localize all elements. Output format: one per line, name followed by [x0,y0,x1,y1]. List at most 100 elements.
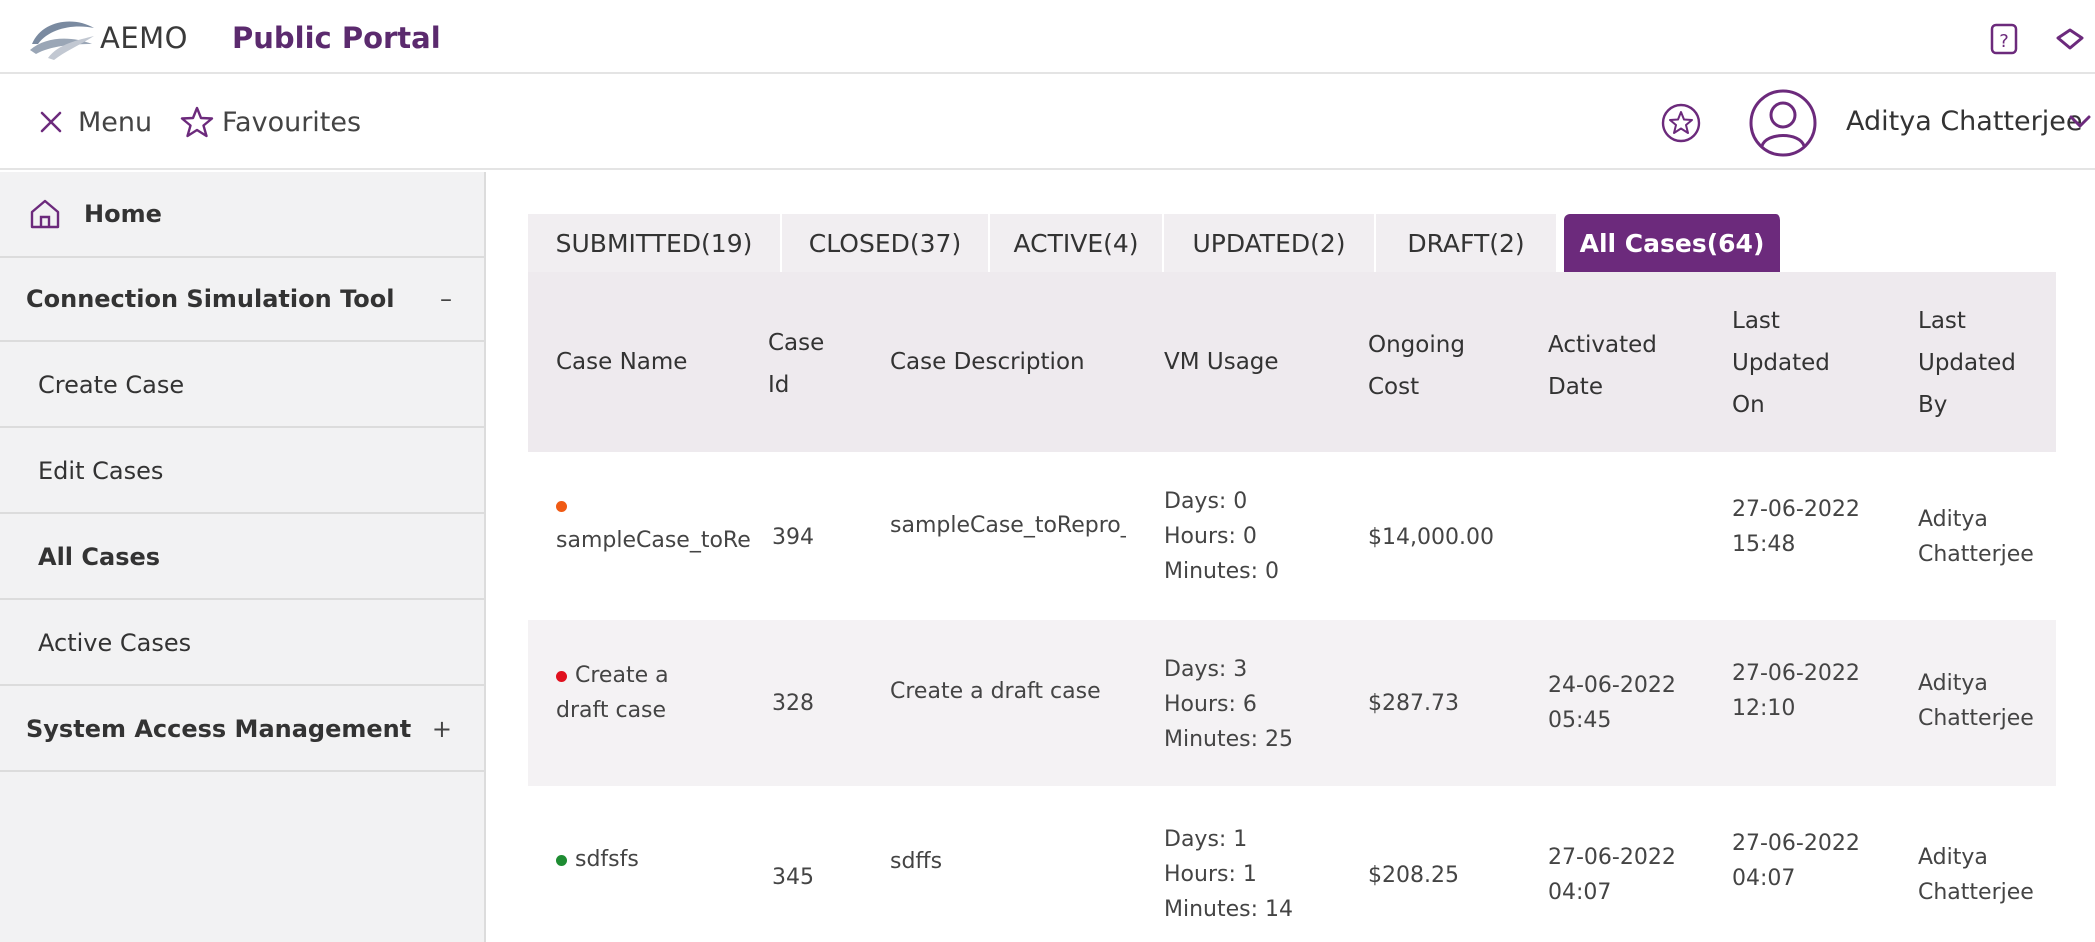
menu-label: Menu [78,106,153,138]
updated-by: Chatterjee [1918,706,2034,731]
sidebar-item-edit-cases[interactable]: Edit Cases [0,430,484,514]
case-name-cell[interactable]: sdfsfs [556,842,756,877]
vm-minutes: Minutes: 14 [1164,897,1294,922]
top-bar: AEMO Public Portal ? [0,0,2095,74]
vm-days: Days: 1 [1164,827,1248,852]
vm-hours: Hours: 1 [1164,862,1257,887]
sidebar-item-active-cases[interactable]: Active Cases [0,602,484,686]
sidebar-item-create-case[interactable]: Create Case [0,344,484,428]
help-icon[interactable]: ? [1988,22,2022,56]
tab-active[interactable]: ACTIVE(4) [990,214,1164,272]
sidebar-item-all-cases[interactable]: All Cases [0,516,484,600]
case-id-cell: 345 [772,865,814,890]
svg-text:?: ? [1999,31,2009,52]
vm-usage-cell: Days: 0 Hours: 0 Minutes: 0 [1164,484,1279,589]
case-name-text: sampleCase_toRe [556,528,751,553]
sidebar-item-home[interactable]: Home [0,172,484,258]
vm-days: Days: 0 [1164,489,1248,514]
case-description-cell: sdffs [890,849,943,874]
updated-by: Chatterjee [1918,542,2034,567]
aemo-logo-icon[interactable] [28,14,98,60]
vm-minutes: Minutes: 25 [1164,727,1294,752]
sidebar: Home Connection Simulation Tool – Create… [0,172,486,942]
table-header: Case Name Case Id Case Description VM Us… [528,272,2056,452]
status-dot [556,854,567,866]
case-name-cell[interactable]: sampleCase_toRe [556,488,756,558]
tab-all-cases[interactable]: All Cases(64) [1564,214,1782,272]
last-updated-by-cell: Aditya Chatterjee [1918,502,2034,572]
updated-by: Chatterjee [1918,880,2034,905]
activated-time: 05:45 [1548,708,1612,733]
home-icon [30,199,60,229]
updated-by: Aditya [1918,671,1988,696]
favourites-button[interactable]: Favourites [180,102,361,142]
brand-name: AEMO [100,21,189,55]
header-text: Updated [1918,350,2016,376]
status-dot [556,500,567,512]
header-last-updated-by: Last Updated By [1918,300,2016,426]
close-icon [40,111,62,133]
vm-hours: Hours: 6 [1164,692,1257,717]
activated-time: 04:07 [1548,880,1612,905]
case-name-text: Create a [575,663,669,688]
header-text: Ongoing [1368,332,1465,358]
updated-time: 15:48 [1732,532,1796,557]
ongoing-cost-cell: $14,000.00 [1368,525,1494,550]
header-text: Updated [1732,350,1830,376]
activated-date-cell: 27-06-2022 04:07 [1548,840,1676,910]
sidebar-item-label: Home [84,200,162,228]
user-avatar-icon[interactable] [1748,88,1818,158]
header-activated-date: Activated Date [1548,324,1657,408]
expand-toggle[interactable]: + [432,715,452,743]
header-text: Id [768,372,790,398]
chevron-down-icon[interactable] [2068,112,2092,132]
user-name[interactable]: Aditya Chatterjee [1846,106,2082,137]
vm-usage-cell: Days: 3 Hours: 6 Minutes: 25 [1164,652,1293,757]
last-updated-by-cell: Aditya Chatterjee [1918,840,2034,910]
updated-date: 27-06-2022 [1732,831,1860,856]
sidebar-item-label: Active Cases [38,629,192,657]
header-ongoing-cost: Ongoing Cost [1368,324,1465,408]
vm-hours: Hours: 0 [1164,524,1257,549]
portal-title: Public Portal [232,21,441,55]
header-text: By [1918,392,1948,418]
updated-by: Aditya [1918,845,1988,870]
sidebar-item-label: Edit Cases [38,457,164,485]
ongoing-cost-cell: $287.73 [1368,691,1459,716]
tab-submitted[interactable]: SUBMITTED(19) [528,214,782,272]
table-row[interactable]: sdfsfs 345 sdffs Days: 1 Hours: 1 Minute… [528,788,2056,942]
header-last-updated-on: Last Updated On [1732,300,1830,426]
case-description-cell: sampleCase_toRepro_Is [890,513,1126,538]
last-updated-by-cell: Aditya Chatterjee [1918,666,2034,736]
star-circle-icon[interactable] [1660,102,1702,144]
sidebar-group-system-access-management[interactable]: System Access Management + [0,688,484,772]
cases-table: Case Name Case Id Case Description VM Us… [528,272,2056,942]
table-row[interactable]: sampleCase_toRe 394 sampleCase_toRepro_I… [528,452,2056,620]
case-description-cell: Create a draft case [890,679,1101,704]
tab-updated[interactable]: UPDATED(2) [1164,214,1376,272]
bell-icon[interactable] [2052,24,2086,56]
case-status-tabs: SUBMITTED(19) CLOSED(37) ACTIVE(4) UPDAT… [528,214,1782,272]
status-dot [556,670,567,682]
tab-draft[interactable]: DRAFT(2) [1376,214,1558,272]
header-text: Activated [1548,332,1657,358]
sidebar-item-label: All Cases [38,543,161,571]
case-name-cell[interactable]: Create a draft case [556,658,756,728]
table-row[interactable]: Create a draft case 328 Create a draft c… [528,620,2056,788]
sidebar-group-connection-simulation-tool[interactable]: Connection Simulation Tool – [0,258,484,342]
case-id-cell: 394 [772,525,814,550]
last-updated-on-cell: 27-06-2022 04:07 [1732,826,1860,896]
case-name-text: draft case [556,698,667,723]
menu-button[interactable]: Menu [38,102,152,142]
activated-date: 24-06-2022 [1548,673,1676,698]
collapse-toggle[interactable]: – [440,285,452,313]
header-case-description: Case Description [890,349,1085,375]
header-text: Case [768,330,825,356]
case-id-cell: 328 [772,691,814,716]
tab-closed[interactable]: CLOSED(37) [782,214,990,272]
header-text: Last [1732,308,1780,334]
vm-usage-cell: Days: 1 Hours: 1 Minutes: 14 [1164,822,1293,927]
vm-days: Days: 3 [1164,657,1248,682]
updated-date: 27-06-2022 [1732,661,1860,686]
activated-date: 27-06-2022 [1548,845,1676,870]
